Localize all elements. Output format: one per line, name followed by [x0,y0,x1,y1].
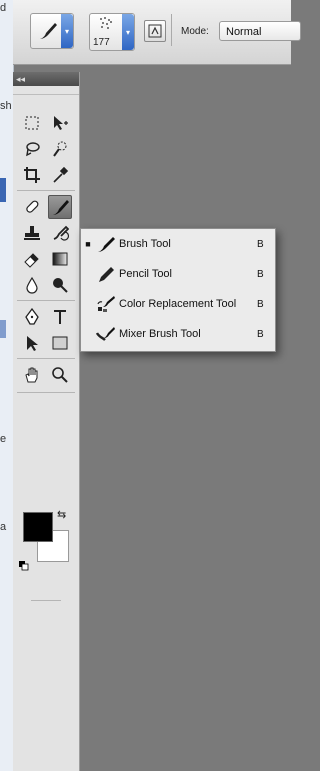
foreground-color-swatch[interactable] [23,512,53,542]
lasso-tool-icon[interactable] [21,138,43,160]
menu-item-label: Mixer Brush Tool [119,328,201,340]
menu-item-label: Color Replacement Tool [119,298,237,310]
default-colors-icon[interactable] [19,558,29,576]
window-fragment-highlight [0,320,6,338]
menu-item-color-replacement-tool[interactable]: Color Replacement Tool B [81,289,275,319]
swap-colors-icon[interactable]: ⇆ [57,508,66,521]
rectangle-tool-icon[interactable] [49,332,71,354]
menu-item-brush-tool[interactable]: ■ Brush Tool B [81,229,275,259]
eyedropper-tool-icon[interactable] [49,164,71,186]
path-selection-tool-icon[interactable] [21,332,43,354]
tool-group-separator [17,190,75,191]
tool-group-separator [17,300,75,301]
pencil-icon [95,263,117,285]
brush-icon [95,233,117,255]
menu-item-label: Brush Tool [119,238,171,250]
mode-select[interactable]: Normal [219,21,301,41]
brush-preset-picker[interactable]: 177 ▾ [89,13,135,51]
mode-label: Mode: [181,26,209,37]
menu-item-shortcut: B [257,268,264,280]
menu-item-label: Pencil Tool [119,268,172,280]
window-fragment-highlight [0,178,6,202]
chevron-down-icon[interactable]: ▾ [122,14,134,50]
collapse-icon[interactable]: ◂◂ [16,74,25,84]
gradient-tool-icon[interactable] [49,248,71,270]
window-fragment-text: a [0,521,7,533]
panel-grip[interactable] [13,86,79,95]
brush-panel-icon [148,24,162,38]
blur-tool-icon[interactable] [21,274,43,296]
tool-group-separator [17,392,75,393]
quick-mask-separator [31,600,61,601]
menu-item-mixer-brush-tool[interactable]: Mixer Brush Tool B [81,319,275,349]
marquee-tool-icon[interactable] [21,112,43,134]
pen-tool-icon[interactable] [21,306,43,328]
brush-tip-icon [98,16,116,35]
brush-size-value: 177 [93,37,110,48]
options-separator [171,14,172,46]
brush-icon [37,20,59,47]
window-fragment-text: sh [0,100,12,112]
color-replacement-icon [95,293,117,315]
tool-group-separator [17,358,75,359]
menu-item-shortcut: B [257,328,264,340]
dodge-tool-icon[interactable] [49,274,71,296]
zoom-tool-icon[interactable] [49,364,71,386]
tool-preset-picker[interactable]: ▾ [30,13,74,49]
crop-tool-icon[interactable] [21,164,43,186]
menu-item-shortcut: B [257,238,264,250]
selected-marker: ■ [85,239,91,249]
type-tool-icon[interactable] [49,306,71,328]
menu-item-shortcut: B [257,298,264,310]
clone-stamp-tool-icon[interactable] [21,222,43,244]
menu-item-pencil-tool[interactable]: Pencil Tool B [81,259,275,289]
brush-tool-icon[interactable] [48,195,72,219]
background-window-edge: d sh e a [0,0,14,771]
brush-panel-toggle-button[interactable] [144,20,166,42]
eraser-tool-icon[interactable] [21,248,43,270]
mixer-brush-icon [95,323,117,345]
hand-tool-icon[interactable] [21,364,43,386]
tools-panel-header[interactable]: ◂◂ [13,72,79,86]
brush-tool-flyout-menu: ■ Brush Tool B Pencil Tool B Color Repla… [80,228,276,352]
move-tool-icon[interactable] [49,112,71,134]
window-fragment-text: d [0,2,7,14]
window-fragment-text: e [0,433,7,445]
tool-options-bar: ▾ 177 ▾ Mode: Normal [13,0,301,65]
tools-panel: ◂◂ ⇆ [13,72,80,771]
history-brush-tool-icon[interactable] [49,222,71,244]
quick-selection-tool-icon[interactable] [49,138,71,160]
chevron-down-icon[interactable]: ▾ [61,14,73,48]
spot-healing-tool-icon[interactable] [21,196,43,218]
